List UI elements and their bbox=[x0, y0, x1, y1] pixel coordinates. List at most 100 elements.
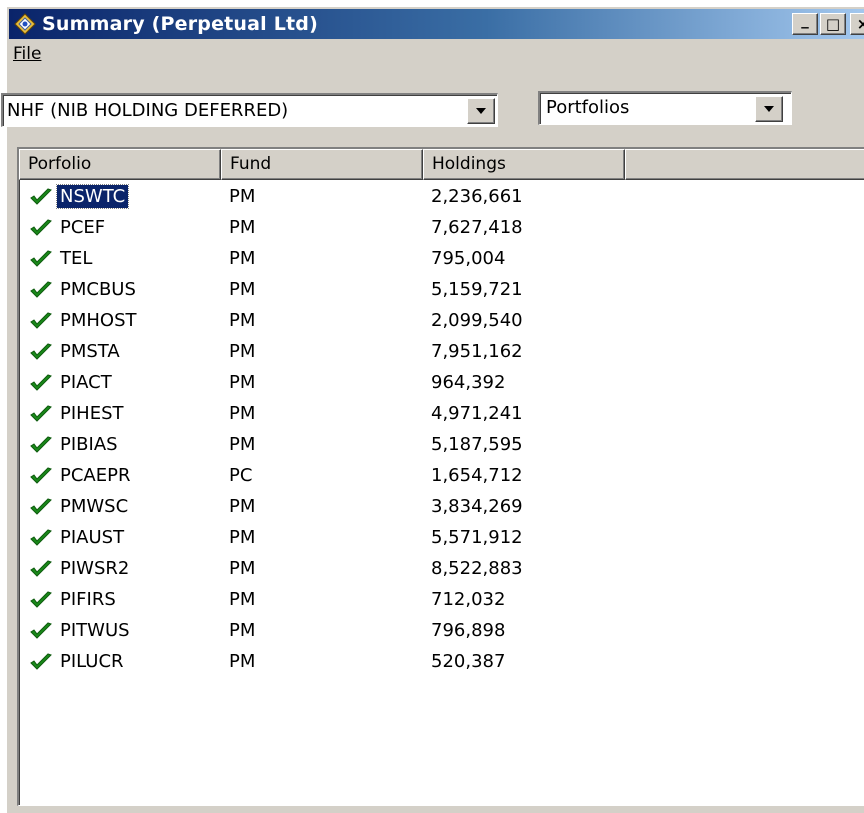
table-row[interactable]: PILUCR PM 520,387 bbox=[19, 646, 505, 677]
menu-file-label: File bbox=[13, 44, 42, 64]
green-checkmark-icon bbox=[30, 342, 52, 360]
list-header: Porfolio Fund Holdings bbox=[19, 149, 864, 180]
view-select[interactable]: Portfolios bbox=[538, 91, 792, 125]
portfolio-label: PILUCR bbox=[60, 651, 124, 672]
column-header-fund[interactable]: Fund bbox=[221, 149, 423, 180]
table-row[interactable]: PMHOST PM 2,099,540 bbox=[19, 305, 523, 336]
fund-select-value: NHF (NIB HOLDING DEFERRED) bbox=[7, 100, 289, 121]
table-row[interactable]: PIFIRS PM 712,032 bbox=[19, 584, 505, 615]
minimize-button[interactable]: _ bbox=[792, 11, 818, 35]
table-row[interactable]: PIHEST PM 4,971,241 bbox=[19, 398, 523, 429]
green-checkmark-icon bbox=[30, 559, 52, 577]
portfolio-label: PIWSR2 bbox=[60, 558, 130, 579]
chevron-down-icon bbox=[764, 106, 774, 112]
cell-fund: PM bbox=[229, 527, 256, 548]
cell-holdings: 964,392 bbox=[431, 372, 506, 393]
cell-portfolio: PCEF bbox=[55, 217, 237, 238]
cell-portfolio: PIACT bbox=[55, 372, 237, 393]
green-checkmark-icon bbox=[30, 497, 52, 515]
cell-portfolio: NSWTC bbox=[55, 184, 237, 209]
green-checkmark-icon bbox=[30, 187, 52, 205]
cell-fund: PM bbox=[229, 248, 256, 269]
column-header-portfolio[interactable]: Porfolio bbox=[19, 149, 221, 180]
cell-fund: PM bbox=[229, 372, 256, 393]
portfolio-label: PITWUS bbox=[60, 620, 130, 641]
maximize-button[interactable]: □ bbox=[820, 13, 846, 35]
cell-portfolio: PIAUST bbox=[55, 527, 237, 548]
cell-portfolio: PILUCR bbox=[55, 651, 237, 672]
table-row[interactable]: PIAUST PM 5,571,912 bbox=[19, 522, 523, 553]
cell-portfolio: PMHOST bbox=[55, 310, 237, 331]
table-row[interactable]: PMSTA PM 7,951,162 bbox=[19, 336, 523, 367]
portfolio-label: PMSTA bbox=[60, 341, 120, 362]
portfolio-label: PCEF bbox=[60, 217, 106, 238]
cell-portfolio: PIFIRS bbox=[55, 589, 237, 610]
cell-holdings: 3,834,269 bbox=[431, 496, 523, 517]
window-title: Summary (Perpetual Ltd) bbox=[42, 13, 318, 35]
cell-fund: PM bbox=[229, 341, 256, 362]
table-row[interactable]: PIACT PM 964,392 bbox=[19, 367, 505, 398]
green-checkmark-icon bbox=[30, 590, 52, 608]
cell-holdings: 795,004 bbox=[431, 248, 506, 269]
cell-holdings: 712,032 bbox=[431, 589, 506, 610]
cell-portfolio: PMSTA bbox=[55, 341, 237, 362]
table-row[interactable]: PIWSR2 PM 8,522,883 bbox=[19, 553, 523, 584]
cell-portfolio: PCAEPR bbox=[55, 465, 237, 486]
cell-portfolio: TEL bbox=[55, 248, 237, 269]
portfolio-label: PIBIAS bbox=[60, 434, 118, 455]
portfolio-label: NSWTC bbox=[55, 184, 130, 209]
table-row[interactable]: PMCBUS PM 5,159,721 bbox=[19, 274, 523, 305]
green-checkmark-icon bbox=[30, 652, 52, 670]
table-row[interactable]: NSWTC PM 2,236,661 bbox=[19, 181, 523, 212]
close-icon: × bbox=[856, 15, 864, 33]
cell-holdings: 4,971,241 bbox=[431, 403, 523, 424]
cell-fund: PM bbox=[229, 186, 256, 207]
list-rows: NSWTC PM 2,236,661 PCEF PM 7,627,418 TEL PM 795,… bbox=[19, 181, 523, 677]
cell-fund: PC bbox=[229, 465, 253, 486]
close-button[interactable]: × bbox=[850, 13, 864, 35]
cell-portfolio: PIWSR2 bbox=[55, 558, 237, 579]
table-row[interactable]: PCEF PM 7,627,418 bbox=[19, 212, 523, 243]
cell-portfolio: PMWSC bbox=[55, 496, 237, 517]
cell-holdings: 5,571,912 bbox=[431, 527, 523, 548]
cell-fund: PM bbox=[229, 558, 256, 579]
fund-select[interactable]: NHF (NIB HOLDING DEFERRED) bbox=[1, 93, 498, 127]
portfolio-label: PIHEST bbox=[60, 403, 124, 424]
cell-fund: PM bbox=[229, 496, 256, 517]
view-select-dropdown-button[interactable] bbox=[755, 96, 783, 122]
chevron-down-icon bbox=[476, 108, 486, 114]
green-checkmark-icon bbox=[30, 280, 52, 298]
menu-file[interactable]: File bbox=[9, 44, 49, 64]
column-header-empty[interactable] bbox=[625, 149, 864, 180]
cell-holdings: 2,099,540 bbox=[431, 310, 523, 331]
portfolio-label: PMWSC bbox=[60, 496, 129, 517]
green-checkmark-icon bbox=[30, 373, 52, 391]
cell-portfolio: PMCBUS bbox=[55, 279, 237, 300]
menu-bar: File bbox=[9, 41, 864, 67]
cell-fund: PM bbox=[229, 589, 256, 610]
cell-holdings: 520,387 bbox=[431, 651, 506, 672]
portfolio-label: PCAEPR bbox=[60, 465, 131, 486]
view-select-value: Portfolios bbox=[546, 97, 630, 118]
cell-holdings: 1,654,712 bbox=[431, 465, 523, 486]
cell-holdings: 2,236,661 bbox=[431, 186, 523, 207]
table-row[interactable]: PIBIAS PM 5,187,595 bbox=[19, 429, 523, 460]
table-row[interactable]: PITWUS PM 796,898 bbox=[19, 615, 505, 646]
portfolio-list[interactable]: Porfolio Fund Holdings NSWTC PM 2,236,661 P… bbox=[17, 147, 864, 806]
green-checkmark-icon bbox=[30, 466, 52, 484]
title-bar[interactable]: Summary (Perpetual Ltd) _ □ × bbox=[9, 9, 864, 39]
cell-holdings: 5,159,721 bbox=[431, 279, 523, 300]
cell-holdings: 8,522,883 bbox=[431, 558, 523, 579]
cell-fund: PM bbox=[229, 403, 256, 424]
table-row[interactable]: PMWSC PM 3,834,269 bbox=[19, 491, 523, 522]
cell-portfolio: PIBIAS bbox=[55, 434, 237, 455]
cell-fund: PM bbox=[229, 434, 256, 455]
table-row[interactable]: TEL PM 795,004 bbox=[19, 243, 505, 274]
portfolio-label: PMCBUS bbox=[60, 279, 136, 300]
fund-select-dropdown-button[interactable] bbox=[467, 98, 495, 124]
column-header-holdings[interactable]: Holdings bbox=[423, 149, 625, 180]
green-checkmark-icon bbox=[30, 621, 52, 639]
cell-holdings: 7,951,162 bbox=[431, 341, 523, 362]
green-checkmark-icon bbox=[30, 311, 52, 329]
table-row[interactable]: PCAEPR PC 1,654,712 bbox=[19, 460, 523, 491]
